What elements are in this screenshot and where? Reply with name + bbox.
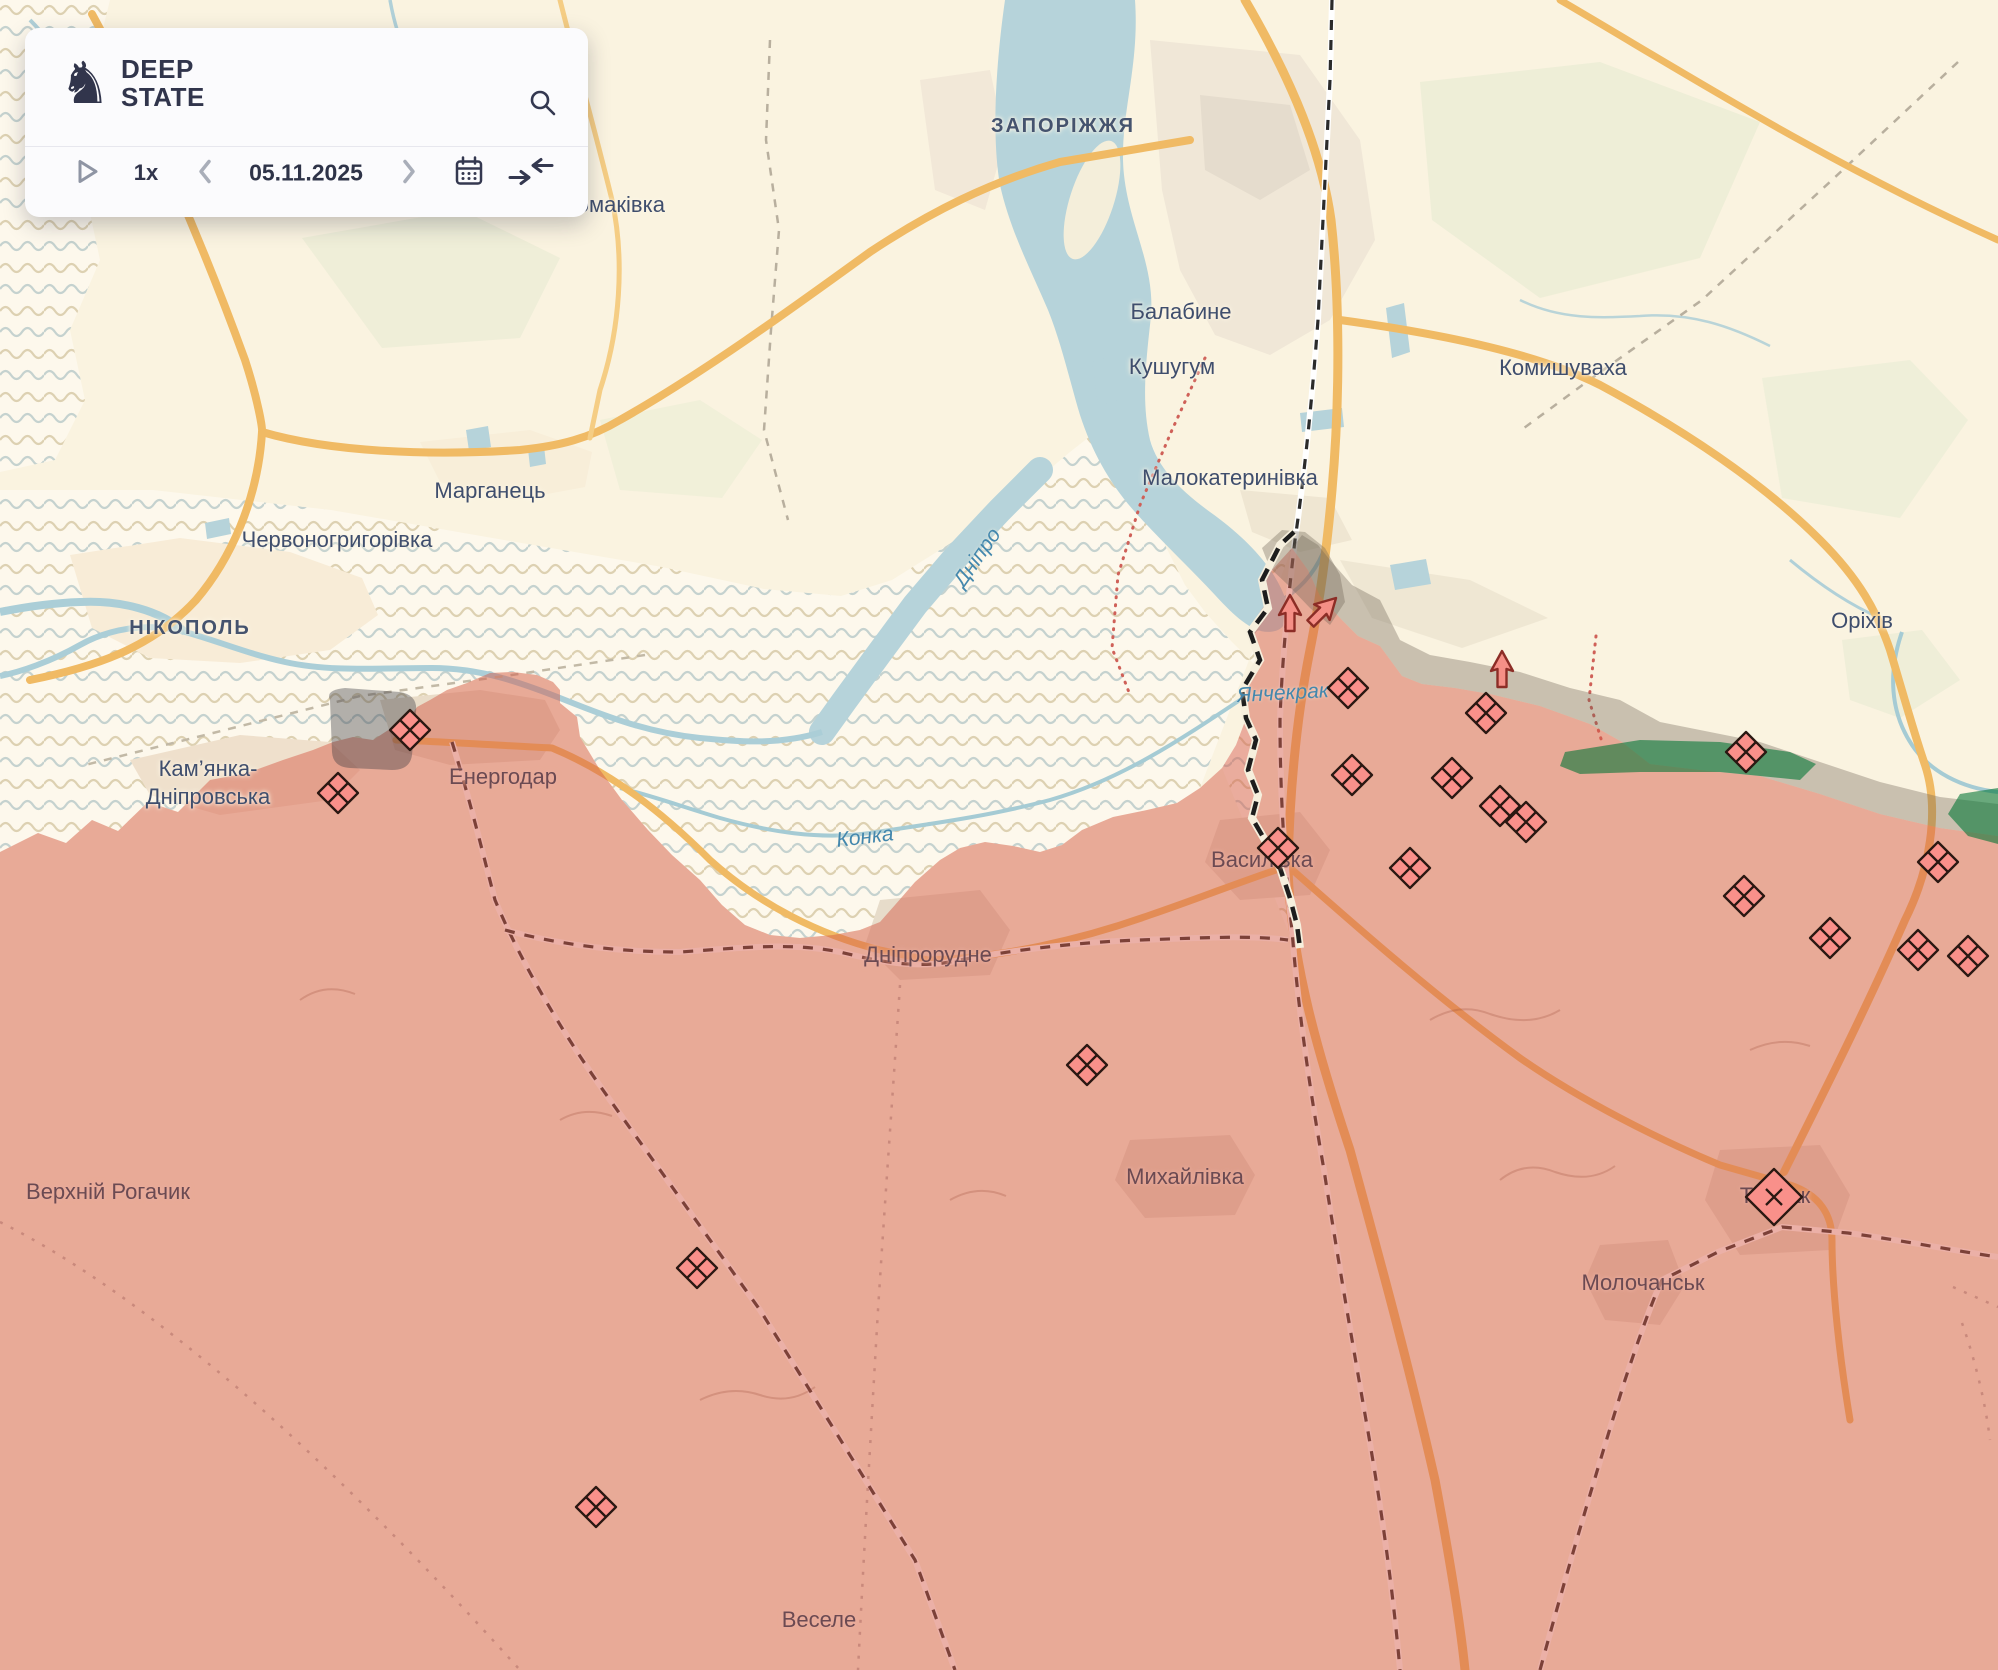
battle-marker-single[interactable] [1746, 1169, 1802, 1225]
timeline-controls: 1x 05.11.2025 [25, 146, 588, 217]
logo-line1: DEEP [121, 55, 205, 83]
battle-marker[interactable] [1724, 876, 1764, 916]
battle-marker[interactable] [576, 1487, 616, 1527]
chess-knight-icon: ♞ [59, 52, 111, 114]
battle-marker[interactable] [1466, 693, 1506, 733]
battle-marker[interactable] [1390, 848, 1430, 888]
calendar-button[interactable] [450, 152, 488, 195]
search-button[interactable] [526, 86, 560, 123]
advance-arrow [1279, 595, 1301, 631]
calendar-icon [454, 156, 484, 188]
next-day-button[interactable] [397, 155, 421, 192]
battle-marker[interactable] [677, 1248, 717, 1288]
logo-line2: STATE [121, 83, 205, 111]
play-button[interactable] [73, 155, 103, 192]
merge-arrows-icon [508, 157, 554, 187]
logo-text: DEEP STATE [121, 55, 205, 111]
search-icon [528, 88, 558, 118]
speed-button[interactable]: 1x [130, 156, 162, 190]
battle-marker[interactable] [1067, 1045, 1107, 1085]
battle-marker[interactable] [1726, 732, 1766, 772]
battle-marker[interactable] [390, 710, 430, 750]
advance-arrow [1491, 651, 1513, 687]
collapse-timeline-button[interactable] [504, 153, 558, 194]
date-display[interactable]: 05.11.2025 [249, 160, 363, 187]
battle-marker[interactable] [1918, 842, 1958, 882]
play-icon [77, 159, 99, 185]
control-panel: ♞ DEEP STATE 1x [25, 28, 588, 217]
battle-marker[interactable] [1328, 668, 1368, 708]
chevron-right-icon [401, 159, 417, 185]
battle-marker[interactable] [1898, 930, 1938, 970]
deepstate-map-app: ЗАПОРІЖЖЯБалабинеКушугумМалокатеринівкаК… [0, 0, 1998, 1670]
battle-marker[interactable] [1948, 936, 1988, 976]
battle-marker[interactable] [1332, 755, 1372, 795]
chevron-left-icon [197, 159, 213, 185]
battle-marker[interactable] [1258, 828, 1298, 868]
advance-arrow [1303, 590, 1344, 631]
battle-marker[interactable] [1810, 918, 1850, 958]
deepstate-logo[interactable]: ♞ DEEP STATE [59, 52, 205, 114]
battle-marker[interactable] [1432, 758, 1472, 798]
marker-layer [0, 0, 1998, 1670]
prev-day-button[interactable] [193, 155, 217, 192]
battle-marker[interactable] [318, 773, 358, 813]
